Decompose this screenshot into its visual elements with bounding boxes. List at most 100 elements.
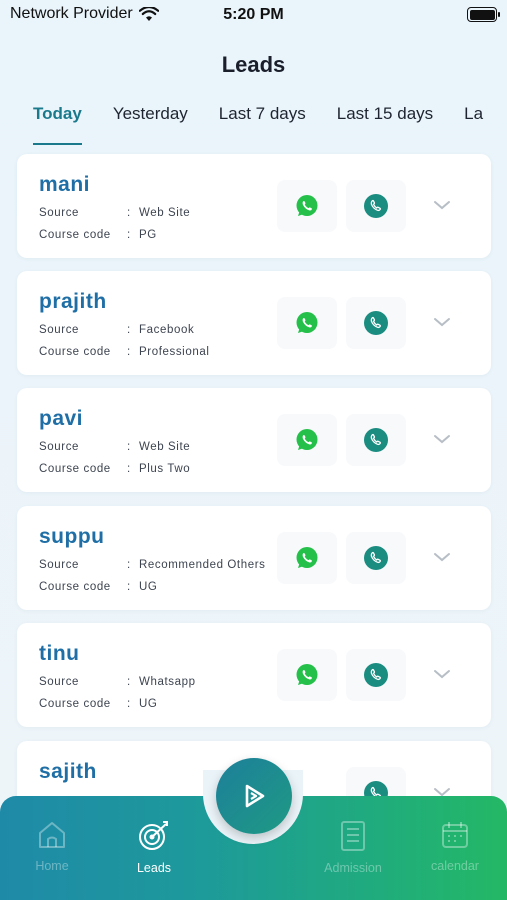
call-button[interactable] bbox=[346, 414, 406, 466]
whatsapp-icon bbox=[296, 664, 318, 685]
course-code-row: Course code: UG bbox=[39, 698, 157, 710]
tab-yesterday[interactable]: Yesterday bbox=[113, 104, 188, 136]
course-code-value: Professional bbox=[139, 346, 210, 358]
call-button[interactable] bbox=[346, 297, 406, 349]
course-code-row: Course code: PG bbox=[39, 229, 157, 241]
chevron-down-icon[interactable] bbox=[431, 663, 453, 685]
lead-name: sajith bbox=[39, 760, 97, 783]
lead-card[interactable]: tinu Source: Whatsapp Course code: UG bbox=[17, 623, 491, 727]
separator: : bbox=[127, 346, 131, 358]
whatsapp-button[interactable] bbox=[277, 297, 337, 349]
separator: : bbox=[127, 463, 131, 475]
source-value: Recommended Others bbox=[139, 559, 266, 571]
center-action-button[interactable] bbox=[216, 758, 292, 834]
source-label: Source bbox=[39, 559, 80, 571]
whatsapp-button[interactable] bbox=[277, 414, 337, 466]
whatsapp-button[interactable] bbox=[277, 180, 337, 232]
battery-icon bbox=[467, 7, 500, 22]
play-icon bbox=[245, 784, 265, 808]
source-label: Source bbox=[39, 207, 80, 219]
lead-card[interactable]: mani Source: Web Site Course code: PG bbox=[17, 154, 491, 258]
source-row: Source: Web Site bbox=[39, 207, 190, 219]
lead-card[interactable]: prajith Source: Facebook Course code: Prof… bbox=[17, 271, 491, 375]
lead-name: tinu bbox=[39, 642, 80, 665]
whatsapp-icon bbox=[296, 429, 318, 450]
nav-item-leads[interactable]: Leads bbox=[114, 820, 194, 875]
tab-today[interactable]: Today bbox=[33, 104, 82, 145]
course-code-label: Course code bbox=[39, 346, 111, 358]
lead-name: prajith bbox=[39, 290, 107, 313]
course-code-value: PG bbox=[139, 229, 157, 241]
source-row: Source: Web Site bbox=[39, 441, 190, 453]
status-time: 5:20 PM bbox=[223, 6, 284, 23]
nav-label-leads: Leads bbox=[136, 861, 172, 875]
source-value: Web Site bbox=[139, 207, 191, 219]
course-code-value: UG bbox=[139, 581, 158, 593]
nav-label-calendar: calendar bbox=[431, 859, 479, 873]
tab-last-15-days[interactable]: Last 15 days bbox=[337, 104, 433, 136]
source-label: Source bbox=[39, 676, 80, 688]
lead-name: suppu bbox=[39, 525, 105, 548]
nav-item-home[interactable]: Home bbox=[12, 820, 92, 873]
home-icon bbox=[39, 822, 65, 848]
separator: : bbox=[127, 698, 131, 710]
separator: : bbox=[127, 676, 131, 688]
separator: : bbox=[127, 581, 131, 593]
nav-label-admission: Admission bbox=[324, 861, 382, 875]
separator: : bbox=[127, 324, 131, 336]
phone-icon bbox=[364, 311, 388, 335]
phone-icon bbox=[364, 428, 388, 452]
nav-item-admission[interactable]: Admission bbox=[313, 820, 393, 875]
separator: : bbox=[127, 441, 131, 453]
source-value: Web Site bbox=[139, 441, 191, 453]
phone-icon bbox=[364, 663, 388, 687]
whatsapp-icon bbox=[296, 547, 318, 568]
lead-name: mani bbox=[39, 173, 91, 196]
phone-icon bbox=[364, 546, 388, 570]
course-code-value: Plus Two bbox=[139, 463, 191, 475]
source-value: Facebook bbox=[139, 324, 195, 336]
separator: : bbox=[127, 229, 131, 241]
chevron-down-icon[interactable] bbox=[431, 311, 453, 333]
chevron-down-icon[interactable] bbox=[431, 428, 453, 450]
status-bar: Network Provider 5:20 PM bbox=[0, 0, 507, 32]
source-row: Source: Whatsapp bbox=[39, 676, 196, 688]
call-button[interactable] bbox=[346, 649, 406, 701]
course-code-row: Course code: Plus Two bbox=[39, 463, 190, 475]
call-button[interactable] bbox=[346, 532, 406, 584]
course-code-row: Course code: UG bbox=[39, 581, 157, 593]
whatsapp-icon bbox=[296, 312, 318, 333]
date-filter-tabs: Today Yesterday Last 7 days Last 15 days… bbox=[33, 104, 507, 145]
whatsapp-button[interactable] bbox=[277, 532, 337, 584]
page-title: Leads bbox=[221, 52, 286, 77]
nav-item-calendar[interactable]: calendar bbox=[415, 820, 495, 873]
separator: : bbox=[127, 207, 131, 219]
separator: : bbox=[127, 559, 131, 571]
course-code-label: Course code bbox=[39, 581, 111, 593]
course-code-label: Course code bbox=[39, 229, 111, 241]
whatsapp-button[interactable] bbox=[277, 649, 337, 701]
tab-last-partial[interactable]: La bbox=[464, 104, 483, 136]
source-value: Whatsapp bbox=[139, 676, 196, 688]
clipboard-icon bbox=[341, 821, 365, 851]
lead-card[interactable]: suppu Source: Recommended Others Course c… bbox=[17, 506, 491, 610]
course-code-row: Course code: Professional bbox=[39, 346, 209, 358]
course-code-value: UG bbox=[139, 698, 158, 710]
lead-name: pavi bbox=[39, 407, 84, 430]
tab-last-7-days[interactable]: Last 7 days bbox=[219, 104, 306, 136]
source-row: Source: Facebook bbox=[39, 324, 194, 336]
phone-icon bbox=[364, 194, 388, 218]
whatsapp-icon bbox=[296, 195, 318, 216]
nav-label-home: Home bbox=[35, 859, 69, 873]
target-icon bbox=[139, 821, 168, 850]
call-button[interactable] bbox=[346, 180, 406, 232]
source-row: Source: Recommended Others bbox=[39, 559, 266, 571]
calendar-icon bbox=[442, 822, 468, 848]
source-label: Source bbox=[39, 441, 80, 453]
course-code-label: Course code bbox=[39, 698, 111, 710]
chevron-down-icon[interactable] bbox=[431, 546, 453, 568]
chevron-down-icon[interactable] bbox=[431, 194, 453, 216]
lead-card[interactable]: pavi Source: Web Site Course code: Plus Tw… bbox=[17, 388, 491, 492]
course-code-label: Course code bbox=[39, 463, 111, 475]
source-label: Source bbox=[39, 324, 80, 336]
